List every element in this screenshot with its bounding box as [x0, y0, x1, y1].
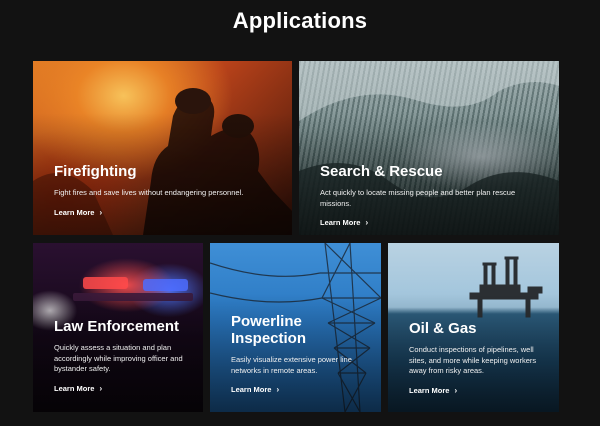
- chevron-right-icon: ›: [99, 207, 103, 217]
- card-description: Quickly assess a situation and plan acco…: [54, 343, 183, 373]
- card-title: Law Enforcement: [54, 318, 180, 335]
- card-title: Search & Rescue: [320, 163, 443, 180]
- learn-more-link[interactable]: Learn More ›: [231, 385, 279, 394]
- learn-more-link[interactable]: Learn More ›: [54, 384, 102, 393]
- chevron-right-icon: ›: [365, 218, 369, 227]
- card-description: Easily visualize extensive power line ne…: [231, 355, 352, 375]
- card-powerline-inspection[interactable]: Powerline Inspection Easily visualize ex…: [210, 243, 381, 412]
- chevron-right-icon: ›: [454, 385, 458, 395]
- card-search-rescue[interactable]: Search & Rescue Act quickly to locate mi…: [299, 61, 559, 235]
- learn-more-link[interactable]: Learn More ›: [320, 218, 368, 227]
- learn-more-link[interactable]: Learn More ›: [409, 386, 457, 395]
- chevron-right-icon: ›: [276, 385, 280, 394]
- learn-more-link[interactable]: Learn More ›: [54, 208, 102, 217]
- card-description: Fight fires and save lives without endan…: [54, 188, 244, 197]
- card-title: Powerline Inspection: [231, 313, 307, 347]
- card-description: Act quickly to locate missing people and…: [320, 188, 516, 208]
- card-oil-gas[interactable]: Oil & Gas Conduct inspections of pipelin…: [388, 243, 559, 412]
- card-firefighting[interactable]: Firefighting Fight fires and save lives …: [33, 61, 292, 235]
- card-title: Firefighting: [54, 163, 137, 180]
- chevron-right-icon: ›: [99, 383, 103, 393]
- page-title: Applications: [232, 8, 368, 33]
- card-law-enforcement[interactable]: Law Enforcement Quickly assess a situati…: [33, 243, 203, 412]
- card-title: Oil & Gas: [409, 320, 477, 337]
- card-description: Conduct inspections of pipelines, well s…: [409, 345, 537, 375]
